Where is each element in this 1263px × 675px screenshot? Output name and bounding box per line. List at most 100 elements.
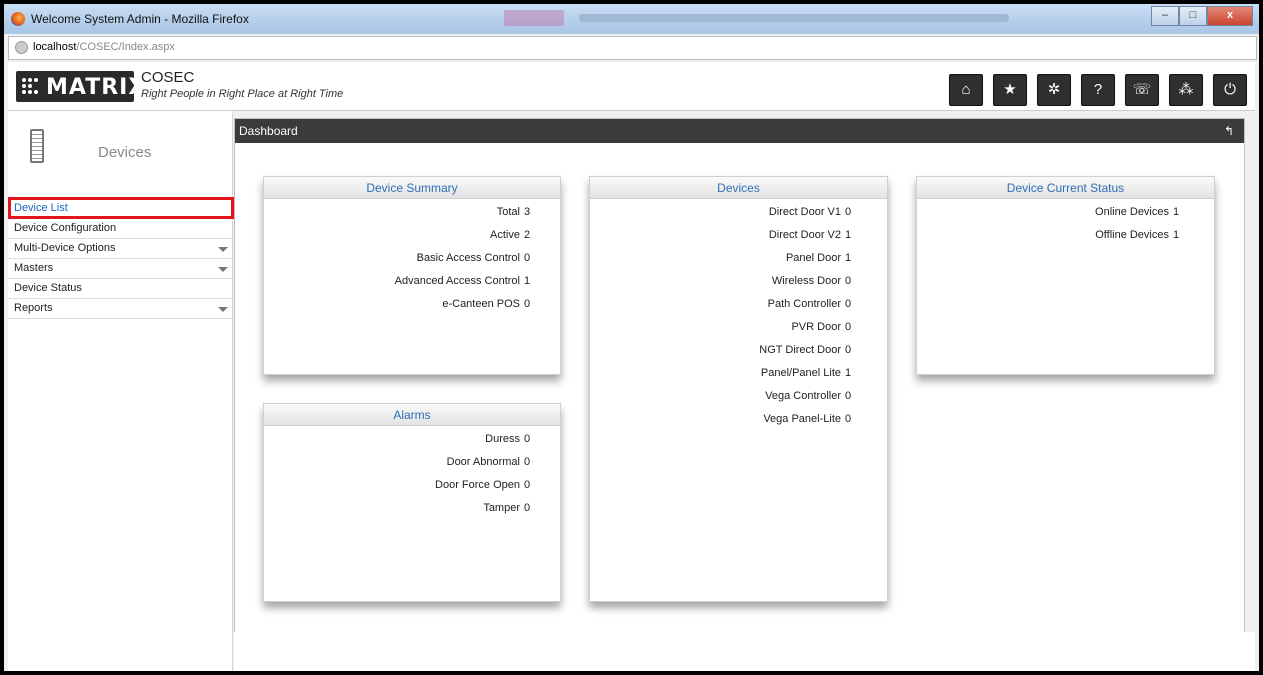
stat-row: Online Devices 1 — [917, 206, 1214, 229]
stat-row: Panel/Panel Lite 1 — [590, 367, 887, 390]
window-title: Welcome System Admin - Mozilla Firefox — [31, 12, 249, 26]
address-bar[interactable]: localhost/COSEC/Index.aspx — [8, 36, 1257, 60]
stat-row: Active 2 — [264, 229, 560, 252]
product-name: COSEC — [141, 69, 195, 86]
close-button[interactable]: x — [1207, 6, 1253, 26]
stat-label: Tamper — [483, 502, 520, 514]
stat-value[interactable]: 0 — [845, 344, 851, 356]
phone-icon: ☏ — [1132, 81, 1152, 98]
stat-row: PVR Door 0 — [590, 321, 887, 344]
stat-value[interactable]: 1 — [845, 229, 851, 241]
stat-label: Duress — [485, 433, 520, 445]
grid-button[interactable]: ⁂ — [1169, 74, 1203, 106]
stat-value[interactable]: 1 — [845, 252, 851, 264]
sidebar-item-device-list[interactable]: Device List — [8, 197, 234, 219]
power-icon: ⏻ — [1224, 81, 1236, 98]
stat-value[interactable]: 1 — [1173, 206, 1179, 218]
stat-row: Vega Panel-Lite 0 — [590, 413, 887, 436]
sidebar-menu: Device List Device Configuration Multi-Dev… — [8, 197, 234, 319]
stat-row: Wireless Door 0 — [590, 275, 887, 298]
minimize-button[interactable]: – — [1151, 6, 1179, 26]
stat-value[interactable]: 0 — [845, 275, 851, 287]
sidebar-item-device-configuration[interactable]: Device Configuration — [8, 219, 234, 239]
window-titlebar: Welcome System Admin - Mozilla Firefox –… — [4, 4, 1259, 34]
tagline: Right People in Right Place at Right Tim… — [141, 88, 344, 100]
stat-value[interactable]: 0 — [524, 298, 530, 310]
stat-row: Door Abnormal 0 — [264, 456, 560, 479]
stat-label: Vega Controller — [765, 390, 841, 402]
stat-value[interactable]: 0 — [524, 502, 530, 514]
stat-value[interactable]: 0 — [845, 206, 851, 218]
sidebar-title: Devices — [98, 144, 152, 161]
dashboard-header: Dashboard ↰ — [235, 119, 1244, 143]
refresh-icon[interactable]: ↰ — [1224, 119, 1234, 143]
stat-value[interactable]: 0 — [524, 456, 530, 468]
globe-icon — [15, 41, 28, 54]
taskbar-blur — [504, 10, 564, 26]
logo-text: MATRIX — [46, 75, 147, 100]
taskbar-blur-text — [579, 14, 1009, 22]
grid-icon: ⁂ — [1178, 81, 1194, 98]
footer-area — [234, 632, 1255, 671]
devices-panel: Devices Direct Door V1 0 Direct Door V2 1 Pa… — [589, 176, 888, 602]
home-button[interactable]: ⌂ — [949, 74, 983, 106]
phone-button[interactable]: ☏ — [1125, 74, 1159, 106]
stat-value[interactable]: 3 — [524, 206, 530, 218]
alarms-panel: Alarms Duress 0 Door Abnormal 0 Door Force O… — [263, 403, 561, 602]
chevron-down-icon[interactable] — [218, 267, 228, 272]
matrix-logo[interactable]: MATRIX — [16, 71, 145, 102]
url-path: /COSEC/Index.aspx — [76, 41, 175, 53]
stat-value[interactable]: 0 — [845, 413, 851, 425]
stat-value[interactable]: 1 — [845, 367, 851, 379]
url-text[interactable]: localhost/COSEC/Index.aspx — [33, 41, 175, 53]
gear-button[interactable]: ✲ — [1037, 74, 1071, 106]
chevron-down-icon[interactable] — [218, 247, 228, 252]
stat-value[interactable]: 0 — [845, 390, 851, 402]
sidebar-item-multi-device-options[interactable]: Multi-Device Options — [8, 239, 234, 259]
stat-label: Panel/Panel Lite — [760, 367, 841, 379]
stat-value[interactable]: 0 — [845, 321, 851, 333]
stat-row: Advanced Access Control 1 — [264, 275, 560, 298]
stat-row: Path Controller 0 — [590, 298, 887, 321]
stat-value[interactable]: 1 — [1173, 229, 1179, 241]
dashboard-title: Dashboard — [239, 124, 298, 138]
stat-row: Offline Devices 1 — [917, 229, 1214, 252]
sidebar-item-device-status[interactable]: Device Status — [8, 279, 234, 299]
stat-label: Basic Access Control — [416, 252, 520, 264]
sidebar-item-label: Masters — [14, 262, 54, 274]
power-button[interactable]: ⏻ — [1213, 74, 1247, 106]
stat-label: Path Controller — [767, 298, 841, 310]
firefox-icon — [11, 12, 25, 26]
stat-value[interactable]: 0 — [524, 479, 530, 491]
home-icon: ⌂ — [961, 81, 971, 98]
stat-label: Door Abnormal — [446, 456, 520, 468]
stat-value[interactable]: 2 — [524, 229, 530, 241]
star-button[interactable]: ★ — [993, 74, 1027, 106]
panel-title: Alarms — [264, 404, 560, 426]
chevron-down-icon[interactable] — [218, 307, 228, 312]
stat-value[interactable]: 1 — [524, 275, 530, 287]
stat-row: Panel Door 1 — [590, 252, 887, 275]
sidebar-item-reports[interactable]: Reports — [8, 299, 234, 319]
stat-row: Direct Door V2 1 — [590, 229, 887, 252]
window-controls: – □ x — [1151, 6, 1253, 26]
stat-label: Online Devices — [1095, 206, 1169, 218]
gear-icon: ✲ — [1047, 81, 1061, 98]
sidebar-item-label: Device Status — [14, 282, 82, 294]
stat-row: Tamper 0 — [264, 502, 560, 525]
maximize-button[interactable]: □ — [1179, 6, 1207, 26]
stat-label: Active — [490, 229, 520, 241]
help-button[interactable]: ? — [1081, 74, 1115, 106]
stat-label: Advanced Access Control — [394, 275, 520, 287]
stat-label: Direct Door V1 — [768, 206, 841, 218]
stat-row: Duress 0 — [264, 433, 560, 456]
stat-value[interactable]: 0 — [524, 433, 530, 445]
stat-value[interactable]: 0 — [524, 252, 530, 264]
sidebar-item-masters[interactable]: Masters — [8, 259, 234, 279]
stat-value[interactable]: 0 — [845, 298, 851, 310]
stat-label: NGT Direct Door — [759, 344, 841, 356]
stat-row: NGT Direct Door 0 — [590, 344, 887, 367]
stat-label: PVR Door — [791, 321, 841, 333]
stat-row: e-Canteen POS 0 — [264, 298, 560, 321]
help-icon: ? — [1093, 81, 1103, 98]
